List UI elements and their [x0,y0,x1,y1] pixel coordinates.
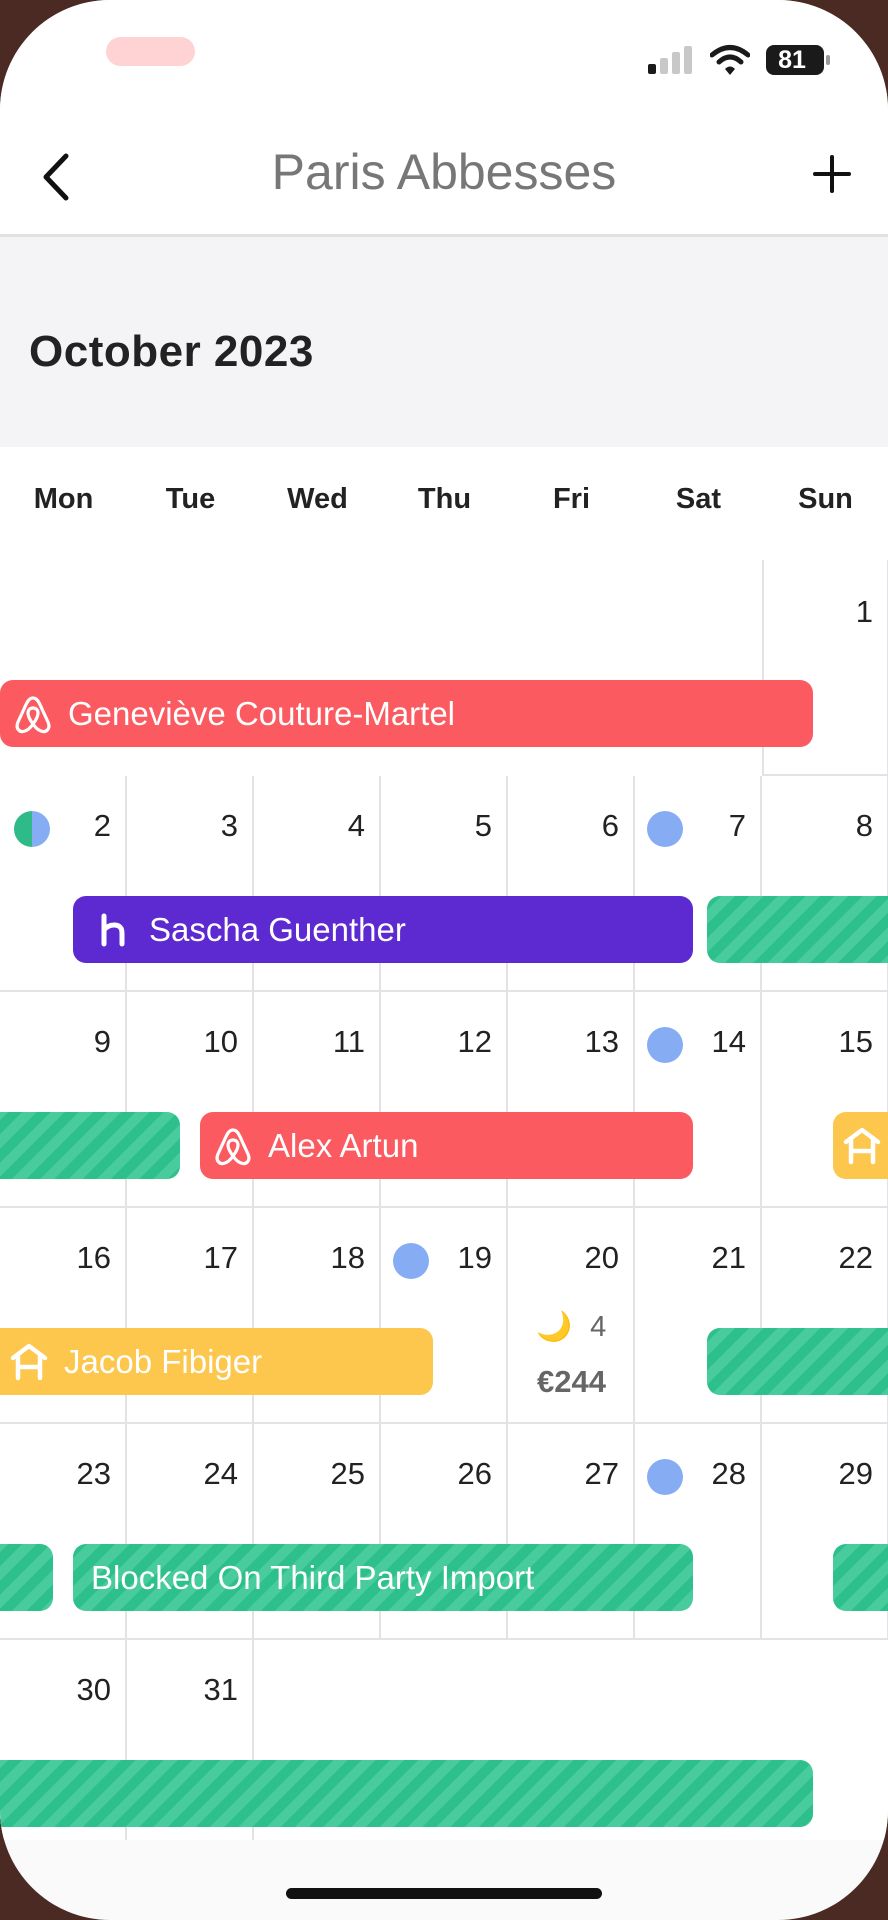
blocked-bar[interactable] [707,896,888,963]
calendar-grid: 1 2 3 4 5 6 7 8 9 10 11 12 13 14 15 16 1… [0,560,888,1840]
blocked-bar[interactable]: Blocked On Third Party Import [73,1544,693,1611]
day-number: 10 [203,1024,238,1059]
weekday-mon: Mon [33,483,94,515]
blocked-bar[interactable] [0,1760,813,1827]
day-number: 17 [203,1240,238,1275]
phone-screen: 81 Paris Abbesses October 2023 Mon Tue W… [0,0,888,1920]
signal-icon [648,46,694,74]
day-number: 2 [93,808,111,843]
booking-guest-name: Alex Artun [268,1126,419,1164]
booking-guest-name: Sascha Guenther [149,910,406,948]
day-number: 28 [711,1456,746,1491]
day-number: 4 [347,808,365,843]
battery-icon: 81 [766,45,830,75]
weekday-tue: Tue [165,483,216,515]
day-number: 6 [601,808,619,843]
month-header: October 2023 [0,237,888,447]
day-number: 13 [584,1024,619,1059]
day-number: 18 [330,1240,365,1275]
day-number: 22 [838,1240,873,1275]
wifi-icon [710,45,750,75]
day-number: 16 [76,1240,111,1275]
recording-indicator [106,37,195,66]
nights-info: 🌙 4 [536,1310,606,1344]
weekday-header: Mon Tue Wed Thu Fri Sat Sun [0,447,888,560]
blocked-bar[interactable] [707,1328,888,1395]
day-number: 7 [728,808,746,843]
day-number: 20 [584,1240,619,1275]
weekday-sun: Sun [798,483,853,515]
day-number: 31 [203,1672,238,1707]
booking-guest-name: Jacob Fibiger [64,1342,263,1380]
status-dot [647,1459,683,1495]
moon-icon: 🌙 [536,1311,573,1343]
month-label: October 2023 [29,327,314,376]
booking-guest-name: Geneviève Couture-Martel [68,694,456,732]
house-icon [6,1339,52,1385]
airbnb-icon [10,691,56,737]
booking-bar[interactable] [833,1112,888,1179]
booking-bar[interactable]: Geneviève Couture-Martel [0,680,813,747]
day-number: 1 [855,594,873,629]
page-title: Paris Abbesses [271,144,617,200]
weekday-fri: Fri [552,483,591,515]
nights-count: 4 [590,1311,607,1343]
blocked-label: Blocked On Third Party Import [91,1558,535,1596]
day-number: 15 [838,1024,873,1059]
battery-level: 81 [778,46,806,74]
home-indicator [286,1888,602,1899]
navigation-bar: Paris Abbesses [0,120,888,237]
weekday-thu: Thu [417,483,472,515]
airbnb-icon [210,1123,256,1169]
hostaway-h-icon [91,907,137,953]
day-number: 26 [457,1456,492,1491]
day-number: 19 [457,1240,492,1275]
blocked-bar[interactable] [0,1544,53,1611]
booking-bar[interactable]: Jacob Fibiger [0,1328,433,1395]
nightly-price: €244 [537,1364,606,1399]
day-number: 3 [220,808,238,843]
day-number: 12 [457,1024,492,1059]
plus-icon[interactable] [812,154,852,194]
day-number: 21 [711,1240,746,1275]
status-dot [14,811,50,847]
blocked-bar[interactable] [833,1544,888,1611]
weekday-wed: Wed [287,483,348,515]
day-number: 11 [332,1024,365,1059]
house-icon [839,1123,885,1169]
day-number: 9 [93,1024,111,1059]
day-number: 29 [838,1456,873,1491]
day-number: 24 [203,1456,238,1491]
day-number: 25 [330,1456,365,1491]
status-bar: 81 [0,0,888,120]
status-dot [647,1027,683,1063]
day-number: 14 [711,1024,746,1059]
booking-bar[interactable]: Sascha Guenther [73,896,693,963]
day-number: 27 [584,1456,619,1491]
day-number: 23 [76,1456,111,1491]
day-number: 5 [474,808,492,843]
blocked-bar[interactable] [0,1112,180,1179]
booking-bar[interactable]: Alex Artun [200,1112,693,1179]
day-number: 8 [855,808,873,843]
day-number: 30 [76,1672,111,1707]
status-dot [393,1243,429,1279]
status-dot [647,811,683,847]
weekday-sat: Sat [675,483,722,515]
